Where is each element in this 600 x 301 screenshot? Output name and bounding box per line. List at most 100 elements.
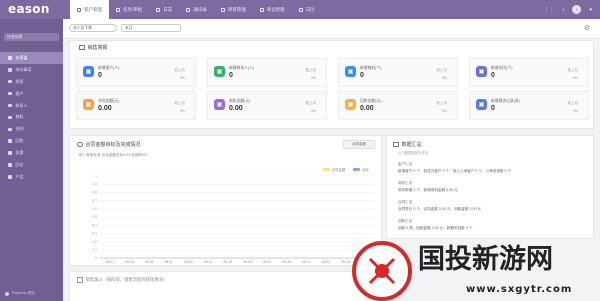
sidebar-item[interactable]: 仪表盘 (0, 52, 63, 64)
y-tick-label: 0.9 (92, 182, 97, 186)
briefing-icon (79, 44, 85, 51)
kpi-card[interactable]: ▣ 回款金额(元) 0.00 较上月 0% (338, 91, 458, 120)
summary-block-heading: 客户汇总 (398, 162, 413, 166)
user-avatar[interactable]: Y (572, 5, 582, 14)
summary-block-line: 商机新增 0 个，新增商机金额 0.00 元 (398, 188, 458, 192)
sidebar-item-label: 联系人 (15, 102, 28, 108)
sidebar-item-label: 回访 (15, 161, 24, 167)
summary-subtitle: 以下数据仅统计本月 (398, 151, 429, 155)
sidebar-item[interactable]: 待办事项 (0, 64, 63, 76)
quick-create-button[interactable]: 快速创建 (4, 33, 59, 41)
task-icon (116, 7, 120, 12)
sidebar-item-icon (8, 103, 12, 108)
sidebar-footer: Power by 悟空 (5, 291, 35, 296)
sidebar-item[interactable]: 线索 (0, 76, 63, 88)
nav-tab-label: 日志 (163, 6, 173, 12)
sidebar-item[interactable]: 商机 (0, 111, 63, 123)
kpi-value: 0 (229, 72, 233, 79)
date-select[interactable]: 本月 (121, 24, 181, 32)
user-icon: ▣ (83, 66, 94, 77)
kpi-change-percent: 0% (310, 76, 316, 80)
top-bar: eason 客户管理 任务/审批 日志 通讯录 项目管理 商业智能 日历 ⋮⋮ ♪ Y ▾ (0, 0, 600, 19)
kpi-label: 新增商机(个) (360, 66, 382, 70)
sidebar-item[interactable]: 发票 (0, 147, 63, 159)
nav-tab-label: 日历 (305, 6, 315, 12)
legend-item-target[interactable]: 目标 (353, 167, 369, 172)
payment-icon: ▣ (345, 99, 356, 110)
sidebar-item[interactable]: 联系人 (0, 100, 63, 112)
legend-item-amount[interactable]: 合同金额 (322, 167, 345, 172)
x-tick-label: 09-19 (282, 260, 291, 264)
nav-tab[interactable]: 日志 (149, 0, 179, 19)
funnel-icon (77, 277, 83, 283)
sidebar-item[interactable]: 产品 (0, 171, 63, 183)
followup-icon: ▣ (476, 99, 487, 110)
y-tick-label: 0.6 (92, 207, 97, 211)
sidebar-item[interactable]: 客户 (0, 88, 63, 100)
sidebar: 快速创建 仪表盘 待办事项 线索 客户联系人商机合同回款发票回访产品 Power by… (0, 19, 63, 301)
sales-funnel-card: 销售漏斗（按阶段，销售流程的转化情况） (69, 271, 382, 301)
sidebar-item[interactable]: 回访 (0, 159, 63, 171)
x-tick-label: 09-03 (125, 260, 134, 264)
y-tick-label: 0.7 (92, 199, 97, 203)
x-tick-label: 09-23 (322, 260, 331, 264)
y-tick-label: 0 (95, 256, 97, 260)
kpi-label: 商机金额(元) (229, 99, 251, 103)
kpi-card[interactable]: ▣ 新增合同(个) 0 较上月 0% (469, 58, 589, 87)
nav-tab[interactable]: 项目管理 (214, 0, 253, 19)
kpi-label: 新增客户(人) (98, 66, 120, 70)
x-tick-label: 09-21 (302, 260, 311, 264)
money-icon: ▣ (83, 99, 94, 110)
nav-tab-label: 项目管理 (227, 6, 246, 12)
kpi-card[interactable]: ▣ 新增跟进记录(条) 0 较上月 0% (469, 91, 589, 120)
user-dropdown-icon[interactable]: ▾ (589, 7, 592, 13)
sidebar-item-label: 商机 (15, 114, 24, 120)
x-tick-label: 09-17 (263, 260, 272, 264)
y-tick-label: 1 (95, 174, 97, 178)
kpi-card[interactable]: ▣ 新增客户(人) 0 较上月 0% (76, 58, 196, 87)
kpi-card[interactable]: ▣ 新增联系人(人) 0 较上月 0% (207, 58, 327, 87)
kpi-card[interactable]: ▣ 合同金额(元) 0.00 较上月 0% (76, 91, 196, 120)
summary-block-heading: 商机汇总 (398, 181, 413, 185)
metric-select-button[interactable]: 合同金额 (343, 140, 375, 149)
users-icon (77, 7, 81, 12)
nav-tab[interactable]: 商业智能 (253, 0, 292, 19)
grid-menu-icon[interactable]: ⋮⋮ (544, 7, 554, 13)
sidebar-item[interactable]: 合同 (0, 123, 63, 135)
bi-icon (259, 7, 264, 12)
project-icon (220, 7, 225, 12)
notification-icon[interactable]: ♪ (562, 7, 565, 13)
kpi-card[interactable]: ▣ 商机金额(元) 0.00 较上月 0% (207, 91, 327, 120)
y-tick-label: 0.1 (92, 248, 97, 252)
kpi-compare-label: 较上月 (174, 101, 186, 105)
app-logo[interactable]: eason (8, 2, 50, 16)
summary-block-contract: 合同汇总 合同签约 0 个，合同金额 0.00 元，回款金额 0.00 元 (398, 200, 481, 212)
contract-target-chart-card: 0 0.1 0.2 0.3 0.4 0.5 0.6 0.7 0.8 0.9 1 09-01 09-03 0… (69, 135, 382, 266)
sidebar-item[interactable]: 回款 (0, 135, 63, 147)
kpi-compare-label: 较上月 (567, 68, 579, 72)
nav-tab[interactable]: 通讯录 (179, 0, 214, 19)
top-right-tools: ⋮⋮ ♪ Y ▾ (544, 5, 592, 14)
top-nav: 客户管理 任务/审批 日志 通讯录 项目管理 商业智能 日历 (70, 0, 322, 19)
scope-select[interactable]: 本人及下属 (69, 24, 117, 32)
settings-gear-icon[interactable]: ⚙ (584, 24, 590, 32)
sidebar-menu: 仪表盘 待办事项 线索 客户联系人商机合同回款发票回访产品 (0, 52, 63, 183)
sidebar-item-icon (8, 91, 12, 96)
x-tick-label: 09-01 (106, 260, 115, 264)
sidebar-item-label: 回款 (15, 138, 24, 144)
kpi-card[interactable]: ▣ 新增商机(个) 0 较上月 0% (338, 58, 458, 87)
target-icon (77, 141, 83, 148)
summary-block-business: 商机汇总 商机新增 0 个，新增商机金额 0.00 元 (398, 181, 458, 193)
site-watermark: 国投新游网 www.sxgytr.com (352, 241, 571, 301)
sidebar-item-icon (8, 56, 12, 60)
contact-icon: ▣ (214, 66, 225, 77)
nav-tab[interactable]: 客户管理 (70, 0, 109, 19)
kpi-change-percent: 0% (572, 76, 578, 80)
nav-tab-label: 任务/审批 (123, 6, 143, 12)
nav-tab[interactable]: 日历 (292, 0, 322, 19)
summary-block-customer: 客户汇总 新增客户 0 个，转成交客户 0 个，放入公海客户 0 个，公海池领取… (398, 162, 511, 174)
kpi-label: 新增跟进记录(条) (491, 99, 521, 103)
nav-tab[interactable]: 任务/审批 (109, 0, 149, 19)
contract-icon: ▣ (476, 66, 487, 77)
kpi-compare-label: 较上月 (305, 68, 317, 72)
